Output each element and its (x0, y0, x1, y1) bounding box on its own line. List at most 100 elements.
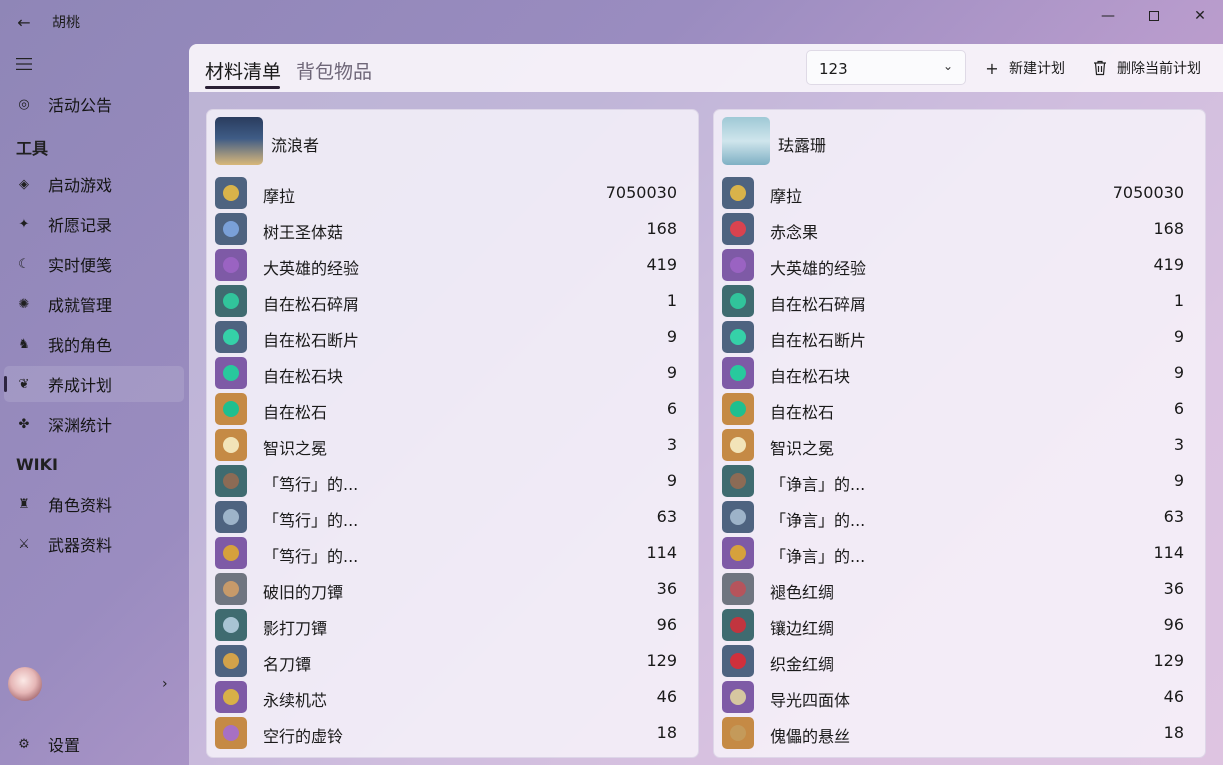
menu-toggle-button[interactable] (8, 48, 40, 80)
plan-select[interactable]: 123 ⌄ (806, 50, 966, 85)
material-gem-icon (223, 617, 239, 633)
close-button[interactable]: ✕ (1177, 0, 1223, 32)
new-plan-label: 新建计划 (1009, 61, 1065, 77)
gear-icon: ⚙ (18, 736, 30, 752)
material-row: 自在松石 6 (722, 393, 1192, 425)
material-icon (215, 681, 247, 713)
material-name: 「诤言」的... (770, 511, 866, 530)
material-name: 「诤言」的... (770, 475, 866, 494)
material-name: 大英雄的经验 (263, 259, 360, 278)
character-portrait (215, 117, 263, 165)
avatar-icon: ♞ (18, 336, 30, 352)
material-name: 摩拉 (770, 187, 803, 206)
material-count: 46 (1163, 687, 1184, 706)
sidebar-item-wiki-characters[interactable]: ♜ 角色资料 (4, 486, 184, 522)
material-row: 「诤言」的... 63 (722, 501, 1192, 533)
material-name: 空行的虚铃 (263, 727, 344, 746)
material-row: 大英雄的经验 419 (215, 249, 685, 281)
sidebar-item-label: 角色资料 (48, 496, 113, 515)
delete-plan-label: 删除当前计划 (1117, 61, 1201, 77)
material-count: 9 (666, 471, 677, 490)
sidebar-item-cultivation[interactable]: ❦ 养成计划 (4, 366, 184, 402)
material-icon (722, 357, 754, 389)
material-name: 自在松石 (770, 403, 835, 422)
material-icon (722, 537, 754, 569)
material-name: 「笃行」的... (263, 547, 359, 566)
sidebar-item-abyss[interactable]: ✤ 深渊统计 (4, 406, 184, 442)
sidebar-item-launch-game[interactable]: ◈ 启动游戏 (4, 166, 184, 202)
material-icon (722, 501, 754, 533)
tab-materials[interactable]: 材料清单 (205, 57, 281, 84)
user-account-button[interactable]: › (4, 662, 184, 706)
sidebar-item-wiki-weapons[interactable]: ⚔ 武器资料 (4, 526, 184, 562)
sidebar-item-achievement[interactable]: ✺ 成就管理 (4, 286, 184, 322)
material-gem-icon (730, 689, 746, 705)
moon-icon: ☾ (18, 256, 30, 272)
material-name: 自在松石块 (263, 367, 344, 386)
material-icon (722, 681, 754, 713)
material-name: 自在松石块 (770, 367, 851, 386)
material-row: 智识之冕 3 (722, 429, 1192, 461)
material-row: 影打刀镡 96 (215, 609, 685, 641)
material-gem-icon (730, 437, 746, 453)
sidebar-item-my-characters[interactable]: ♞ 我的角色 (4, 326, 184, 362)
sidebar: ◎ 活动公告 工具 ◈ 启动游戏 ✦ 祈愿记录 ☾ 实时便笺 ✺ 成就管理 ♞ … (0, 44, 189, 765)
material-row: 自在松石 6 (215, 393, 685, 425)
material-icon (215, 321, 247, 353)
material-name: 名刀镡 (263, 655, 312, 674)
material-row: 破旧的刀镡 36 (215, 573, 685, 605)
material-icon (722, 645, 754, 677)
new-plan-button[interactable]: + 新建计划 (983, 56, 1065, 80)
material-icon (215, 501, 247, 533)
material-row: 自在松石碎屑 1 (722, 285, 1192, 317)
material-name: 自在松石碎屑 (770, 295, 867, 314)
material-icon (722, 285, 754, 317)
material-gem-icon (223, 401, 239, 417)
sidebar-item-settings[interactable]: ⚙ 设置 (4, 726, 184, 762)
material-icon (722, 429, 754, 461)
material-icon (215, 213, 247, 245)
material-count: 114 (646, 543, 677, 562)
material-gem-icon (223, 329, 239, 345)
abyss-icon: ✤ (18, 416, 30, 432)
material-count: 114 (1153, 543, 1184, 562)
character-card: 珐露珊 摩拉 7050030 赤念果 168 大英雄的经验 419 自在松石碎屑 1 自在松石断… (713, 109, 1206, 758)
material-name: 智识之冕 (263, 439, 328, 458)
minimize-button[interactable]: — (1085, 0, 1131, 32)
material-gem-icon (730, 617, 746, 633)
material-row: 自在松石碎屑 1 (215, 285, 685, 317)
sidebar-item-announcement[interactable]: ◎ 活动公告 (4, 86, 184, 122)
material-row: 空行的虚铃 18 (215, 717, 685, 749)
material-row: 「笃行」的... 63 (215, 501, 685, 533)
back-button[interactable]: ← (10, 8, 38, 36)
material-gem-icon (223, 473, 239, 489)
sidebar-item-label: 启动游戏 (48, 176, 113, 195)
material-gem-icon (223, 293, 239, 309)
sidebar-item-label: 实时便笺 (48, 256, 113, 275)
sidebar-item-notes[interactable]: ☾ 实时便笺 (4, 246, 184, 282)
material-count: 7050030 (1112, 183, 1184, 202)
material-icon (215, 717, 247, 749)
sidebar-item-label: 祈愿记录 (48, 216, 113, 235)
tab-inventory[interactable]: 背包物品 (296, 57, 372, 84)
sidebar-item-wish[interactable]: ✦ 祈愿记录 (4, 206, 184, 242)
material-gem-icon (730, 653, 746, 669)
material-count: 3 (1173, 435, 1184, 454)
back-arrow-icon: ← (17, 12, 31, 32)
material-count: 18 (1163, 723, 1184, 742)
material-gem-icon (223, 257, 239, 273)
material-name: 「笃行」的... (263, 511, 359, 530)
material-name: 镶边红绸 (770, 619, 835, 638)
material-name: 自在松石断片 (263, 331, 360, 350)
delete-plan-button[interactable]: 删除当前计划 (1091, 56, 1201, 80)
material-name: 赤念果 (770, 223, 819, 242)
material-icon (215, 393, 247, 425)
material-row: 自在松石断片 9 (215, 321, 685, 353)
maximize-button[interactable] (1131, 0, 1177, 32)
material-icon (215, 609, 247, 641)
material-icon (215, 285, 247, 317)
material-row: 赤念果 168 (722, 213, 1192, 245)
material-icon (215, 537, 247, 569)
material-row: 自在松石断片 9 (722, 321, 1192, 353)
material-count: 168 (646, 219, 677, 238)
